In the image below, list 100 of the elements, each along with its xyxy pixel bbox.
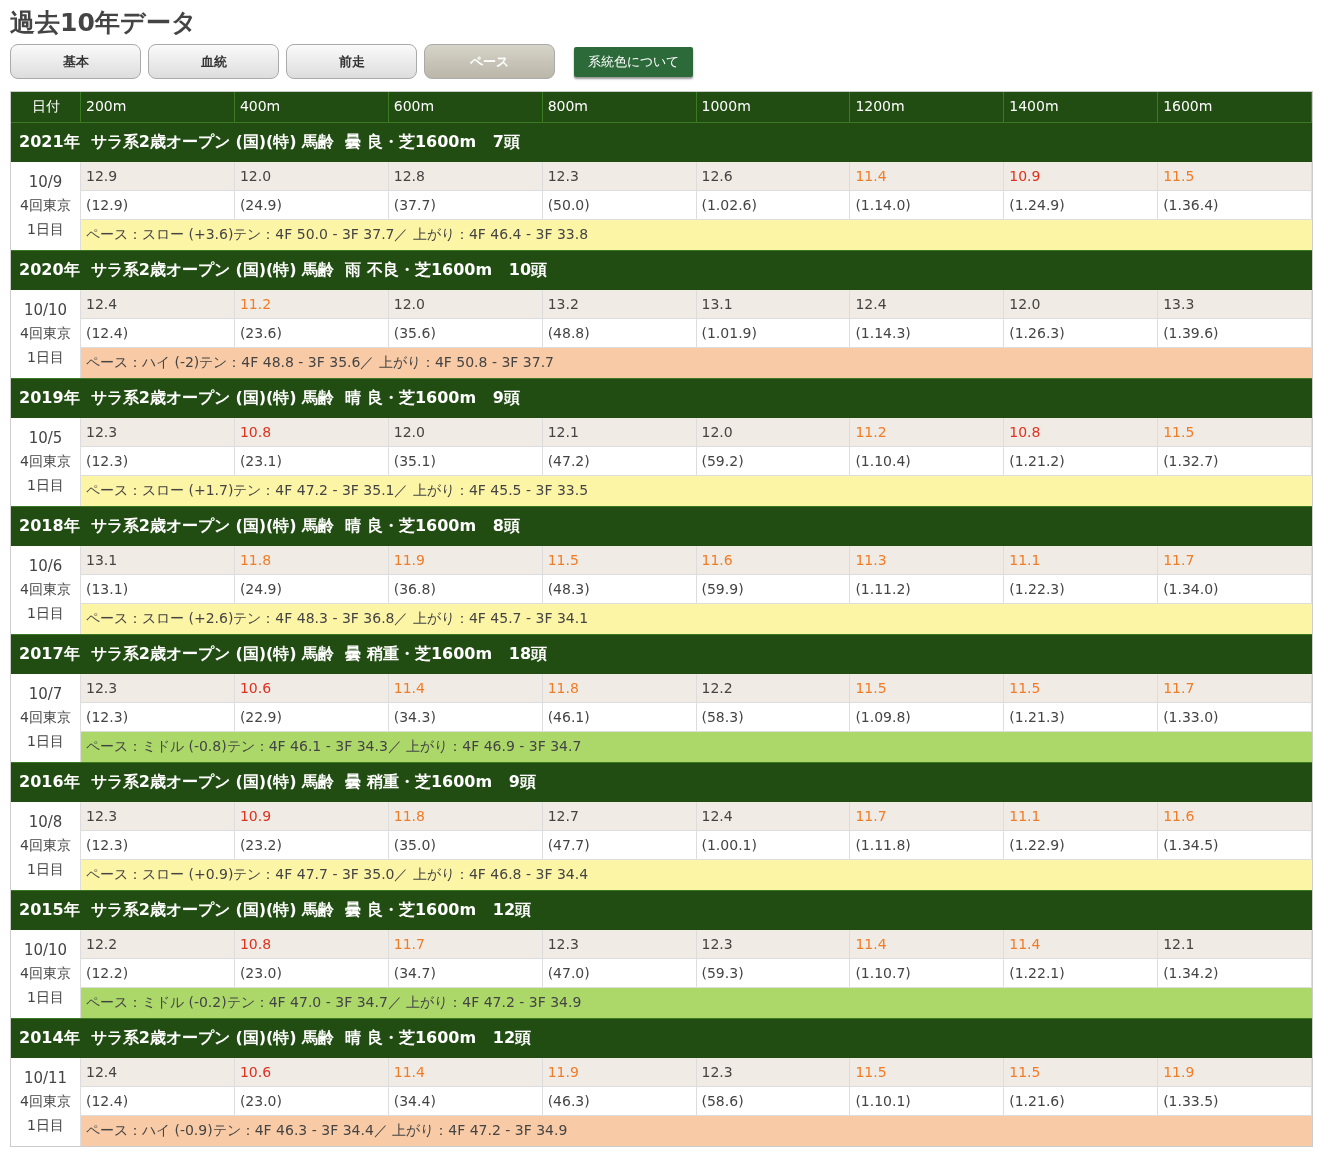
lap-time-cell: 11.1 (1004, 546, 1159, 575)
meeting-text: 4回東京 (20, 1093, 71, 1111)
lap-time-cell: 11.5 (1004, 1058, 1159, 1087)
meeting-text: 4回東京 (20, 453, 71, 471)
lap-time-cell: 12.3 (81, 802, 235, 831)
lap-time-cell: 12.4 (81, 290, 235, 319)
lap-time-cell: 10.9 (234, 802, 389, 831)
lap-time-cell: 12.9 (81, 162, 235, 191)
day-text: 1日目 (27, 733, 64, 751)
pace-summary: ペース：ハイ (-2)テン：4F 48.8 - 3F 35.6／ 上がり：4F 50.8 - 3F 37.7 (81, 347, 1312, 378)
pace-summary: ペース：ミドル (-0.2)テン：4F 47.0 - 3F 34.7／ 上がり：4F 47.2 - 3F 34.9 (81, 987, 1312, 1018)
lap-time-cell: 12.2 (81, 930, 235, 959)
meeting-text: 4回東京 (20, 325, 71, 343)
lap-time-cell: 12.0 (696, 418, 851, 447)
lap-time-cell: 12.3 (542, 930, 697, 959)
lap-time-cell: 12.0 (1004, 290, 1159, 319)
lap-time-cell: 10.8 (234, 418, 389, 447)
lap-time-cell: 11.3 (850, 546, 1005, 575)
lap-time-cell: 10.6 (234, 674, 389, 703)
lap-time-cell: 11.9 (542, 1058, 697, 1087)
lap-time-cell: 10.8 (234, 930, 389, 959)
pace-summary: ペース：スロー (+3.6)テン：4F 50.0 - 3F 37.7／ 上がり：4F 46.4 - 3F 33.8 (81, 219, 1312, 250)
lap-time-cell: 11.9 (1158, 1058, 1312, 1087)
lap-time-cell: 12.4 (850, 290, 1005, 319)
day-text: 1日目 (27, 989, 64, 1007)
column-header: 日付 (11, 92, 81, 122)
lap-time-cell: 11.7 (388, 930, 543, 959)
race-header: 2017年 サラ系2歳オープン (国)(特) 馬齢 曇 稍重・芝1600m 18頭 (11, 634, 1312, 674)
lap-time-cell: 13.1 (81, 546, 235, 575)
race-header: 2014年 サラ系2歳オープン (国)(特) 馬齢 晴 良・芝1600m 12頭 (11, 1018, 1312, 1058)
race-date: 10/5 (28, 429, 63, 447)
day-text: 1日目 (27, 477, 64, 495)
lap-time-cell: 12.6 (696, 162, 851, 191)
lap-time-cell: 12.1 (542, 418, 697, 447)
lap-time-cell: 11.1 (1004, 802, 1159, 831)
race-header: 2018年 サラ系2歳オープン (国)(特) 馬齢 晴 良・芝1600m 8頭 (11, 506, 1312, 546)
lap-time-cell: 12.7 (542, 802, 697, 831)
lap-time-cell: 13.1 (696, 290, 851, 319)
lap-time-cell: 12.3 (81, 674, 235, 703)
race-date: 10/11 (23, 1069, 68, 1087)
lap-time-cell: 12.2 (696, 674, 851, 703)
lap-time-cell: 12.4 (696, 802, 851, 831)
day-text: 1日目 (27, 349, 64, 367)
lap-time-cell: 11.5 (1004, 674, 1159, 703)
tab[interactable]: 基本 (10, 44, 141, 79)
column-header: 1000m (696, 92, 851, 122)
column-header: 800m (542, 92, 697, 122)
pace-summary: ペース：ミドル (-0.8)テン：4F 46.1 - 3F 34.3／ 上がり：4F 46.9 - 3F 34.7 (81, 731, 1312, 762)
lap-time-cell: 11.4 (388, 674, 543, 703)
lap-time-cell: 11.2 (234, 290, 389, 319)
tab[interactable]: 前走 (286, 44, 417, 79)
page-title: 過去10年データ (10, 7, 198, 39)
column-header: 400m (234, 92, 389, 122)
tab[interactable]: 血統 (148, 44, 279, 79)
race-date: 10/10 (23, 301, 68, 319)
lap-time-cell: 11.4 (850, 162, 1005, 191)
meeting-text: 4回東京 (20, 965, 71, 983)
lap-time-cell: 11.7 (850, 802, 1005, 831)
column-header: 200m (81, 92, 235, 122)
column-header: 1400m (1004, 92, 1159, 122)
race-date: 10/7 (28, 685, 63, 703)
day-text: 1日目 (27, 605, 64, 623)
lap-time-cell: 13.3 (1158, 290, 1312, 319)
race-header: 2019年 サラ系2歳オープン (国)(特) 馬齢 晴 良・芝1600m 9頭 (11, 378, 1312, 418)
legend-button[interactable]: 系統色について (574, 46, 693, 77)
race-header: 2020年 サラ系2歳オープン (国)(特) 馬齢 雨 不良・芝1600m 10頭 (11, 250, 1312, 290)
lap-time-cell: 11.4 (1004, 930, 1159, 959)
lap-time-cell: 12.3 (696, 930, 851, 959)
lap-time-cell: 11.6 (1158, 802, 1312, 831)
pace-summary: ペース：スロー (+1.7)テン：4F 47.2 - 3F 35.1／ 上がり：4F 45.5 - 3F 33.5 (81, 475, 1312, 506)
day-text: 1日目 (27, 1117, 64, 1135)
meeting-text: 4回東京 (20, 709, 71, 727)
lap-time-cell: 11.8 (542, 674, 697, 703)
lap-time-cell: 11.7 (1158, 674, 1312, 703)
lap-time-cell: 11.6 (696, 546, 851, 575)
column-header: 600m (388, 92, 543, 122)
lap-time-cell: 12.3 (696, 1058, 851, 1087)
pace-summary: ペース：ハイ (-0.9)テン：4F 46.3 - 3F 34.4／ 上がり：4F 47.2 - 3F 34.9 (81, 1115, 1312, 1146)
meeting-text: 4回東京 (20, 837, 71, 855)
race-header: 2015年 サラ系2歳オープン (国)(特) 馬齢 曇 良・芝1600m 12頭 (11, 890, 1312, 930)
meeting-text: 4回東京 (20, 581, 71, 599)
lap-time-cell: 12.3 (542, 162, 697, 191)
day-text: 1日目 (27, 861, 64, 879)
lap-time-cell: 12.3 (81, 418, 235, 447)
lap-time-cell: 12.1 (1158, 930, 1312, 959)
lap-time-cell: 10.8 (1004, 418, 1159, 447)
race-date: 10/8 (28, 813, 63, 831)
lap-time-cell: 11.5 (1158, 162, 1312, 191)
column-header: 1200m (850, 92, 1005, 122)
lap-time-cell: 12.8 (388, 162, 543, 191)
race-header: 2016年 サラ系2歳オープン (国)(特) 馬齢 曇 稍重・芝1600m 9頭 (11, 762, 1312, 802)
lap-time-cell: 11.5 (850, 674, 1005, 703)
lap-time-cell: 12.0 (388, 290, 543, 319)
lap-time-cell: 11.4 (388, 1058, 543, 1087)
lap-time-cell: 11.2 (850, 418, 1005, 447)
lap-time-cell: 12.0 (388, 418, 543, 447)
lap-time-cell: 11.9 (388, 546, 543, 575)
race-date: 10/6 (28, 557, 63, 575)
column-header: 1600m (1158, 92, 1312, 122)
lap-time-cell: 11.4 (850, 930, 1005, 959)
